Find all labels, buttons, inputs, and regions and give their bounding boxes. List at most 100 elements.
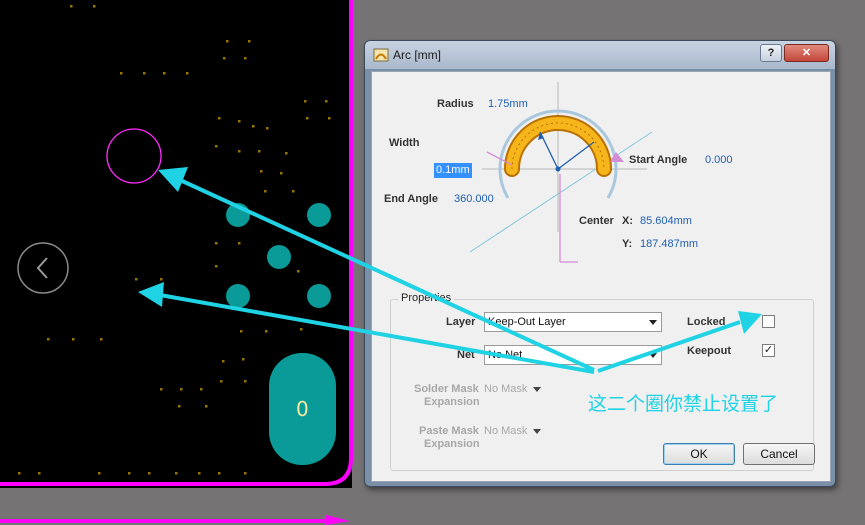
radius-label: Radius (437, 98, 474, 110)
keepout-label: Keepout (687, 345, 731, 357)
center-label: Center (579, 215, 614, 227)
via-dot (266, 127, 269, 130)
pad (267, 245, 291, 269)
net-value: No Net (488, 349, 523, 361)
via-dot (93, 5, 96, 8)
net-select[interactable]: No Net (484, 345, 662, 365)
center-x-label: X: (622, 215, 633, 227)
solder-mask-label-2: Expansion (424, 396, 480, 408)
radius-value[interactable]: 1.75mm (488, 98, 528, 110)
via-dot (128, 472, 131, 475)
via-dot (280, 172, 283, 175)
pad (226, 203, 250, 227)
layer-value: Keep-Out Layer (488, 316, 566, 328)
dialog-title: Arc [mm] (393, 48, 441, 62)
help-button[interactable]: ? (760, 44, 782, 62)
via-dot (292, 190, 295, 193)
end-angle-label: End Angle (384, 193, 438, 205)
via-dot (325, 100, 328, 103)
arc-icon (373, 48, 389, 62)
via-dot (223, 57, 226, 60)
chevron-down-icon (649, 320, 657, 325)
net-label: Net (457, 349, 475, 361)
via-dot (215, 145, 218, 148)
via-dot (220, 380, 223, 383)
pad (307, 284, 331, 308)
via-dot (163, 72, 166, 75)
via-dot (98, 472, 101, 475)
start-angle-value[interactable]: 0.000 (705, 154, 733, 166)
via-dot (135, 278, 138, 281)
via-dot (226, 40, 229, 43)
dialog-titlebar[interactable]: Arc [mm] ? ✕ (365, 41, 835, 69)
via-dot (180, 388, 183, 391)
via-dot (244, 472, 247, 475)
paste-mask-select: No Mask (484, 425, 542, 437)
via-dot (304, 100, 307, 103)
via-dot (47, 338, 50, 341)
via-dot (178, 405, 181, 408)
center-y-value[interactable]: 187.487mm (640, 238, 698, 250)
via-dot (120, 72, 123, 75)
solder-mask-value: No Mask (484, 383, 528, 395)
via-dot (265, 330, 268, 333)
via-dot (240, 330, 243, 333)
pad (226, 284, 250, 308)
via-dot (242, 358, 245, 361)
via-dot (160, 278, 163, 281)
via-dot (18, 472, 21, 475)
via-dot (38, 472, 41, 475)
paste-mask-label-2: Expansion (424, 438, 480, 450)
layer-label: Layer (446, 316, 476, 328)
close-button[interactable]: ✕ (784, 44, 829, 62)
via-dot (260, 170, 263, 173)
via-dot (248, 40, 251, 43)
via-dot (238, 150, 241, 153)
via-dot (215, 242, 218, 245)
keepout-checkbox[interactable]: ✓ (762, 344, 775, 357)
via-dot (70, 5, 73, 8)
locked-checkbox[interactable] (762, 315, 775, 328)
chevron-down-icon (649, 353, 657, 358)
via-dot (222, 360, 225, 363)
via-dot (218, 472, 221, 475)
via-dot (244, 57, 247, 60)
annotation-text: 这二个圈你禁止设置了 (588, 393, 779, 415)
chevron-down-icon (533, 428, 542, 434)
via-dot (160, 388, 163, 391)
via-dot (143, 72, 146, 75)
ok-button[interactable]: OK (663, 443, 735, 465)
via-dot (186, 72, 189, 75)
width-input[interactable]: 0.1mm (434, 163, 472, 178)
width-label: Width (389, 137, 420, 149)
via-dot (297, 270, 300, 273)
via-dot (215, 265, 218, 268)
via-dot (264, 190, 267, 193)
chevron-down-icon (533, 386, 542, 392)
via-dot (200, 388, 203, 391)
via-dot (306, 117, 309, 120)
dialog-body: Radius 1.75mm Width 0.1mm Start Angle 0.… (371, 71, 831, 482)
via-dot (148, 472, 151, 475)
properties-title: Properties (398, 292, 455, 304)
cancel-button[interactable]: Cancel (743, 443, 815, 465)
locked-label: Locked (687, 316, 726, 328)
center-y-label: Y: (622, 238, 633, 250)
via-dot (205, 405, 208, 408)
layer-select[interactable]: Keep-Out Layer (484, 312, 662, 332)
center-x-value[interactable]: 85.604mm (640, 215, 692, 227)
via-dot (72, 338, 75, 341)
via-dot (198, 472, 201, 475)
paste-mask-value: No Mask (484, 425, 528, 437)
via-dot (285, 152, 288, 155)
via-dot (328, 117, 331, 120)
via-dot (238, 120, 241, 123)
via-dot (218, 117, 221, 120)
via-dot (100, 338, 103, 341)
pad-label: 0 (296, 397, 309, 421)
end-angle-value[interactable]: 360.000 (454, 193, 494, 205)
pad (307, 203, 331, 227)
arc-properties-dialog: Arc [mm] ? ✕ Radius 1.75mm Width 0.1mm S… (364, 40, 836, 487)
via-dot (238, 242, 241, 245)
paste-mask-label: Paste Mask (419, 425, 479, 437)
